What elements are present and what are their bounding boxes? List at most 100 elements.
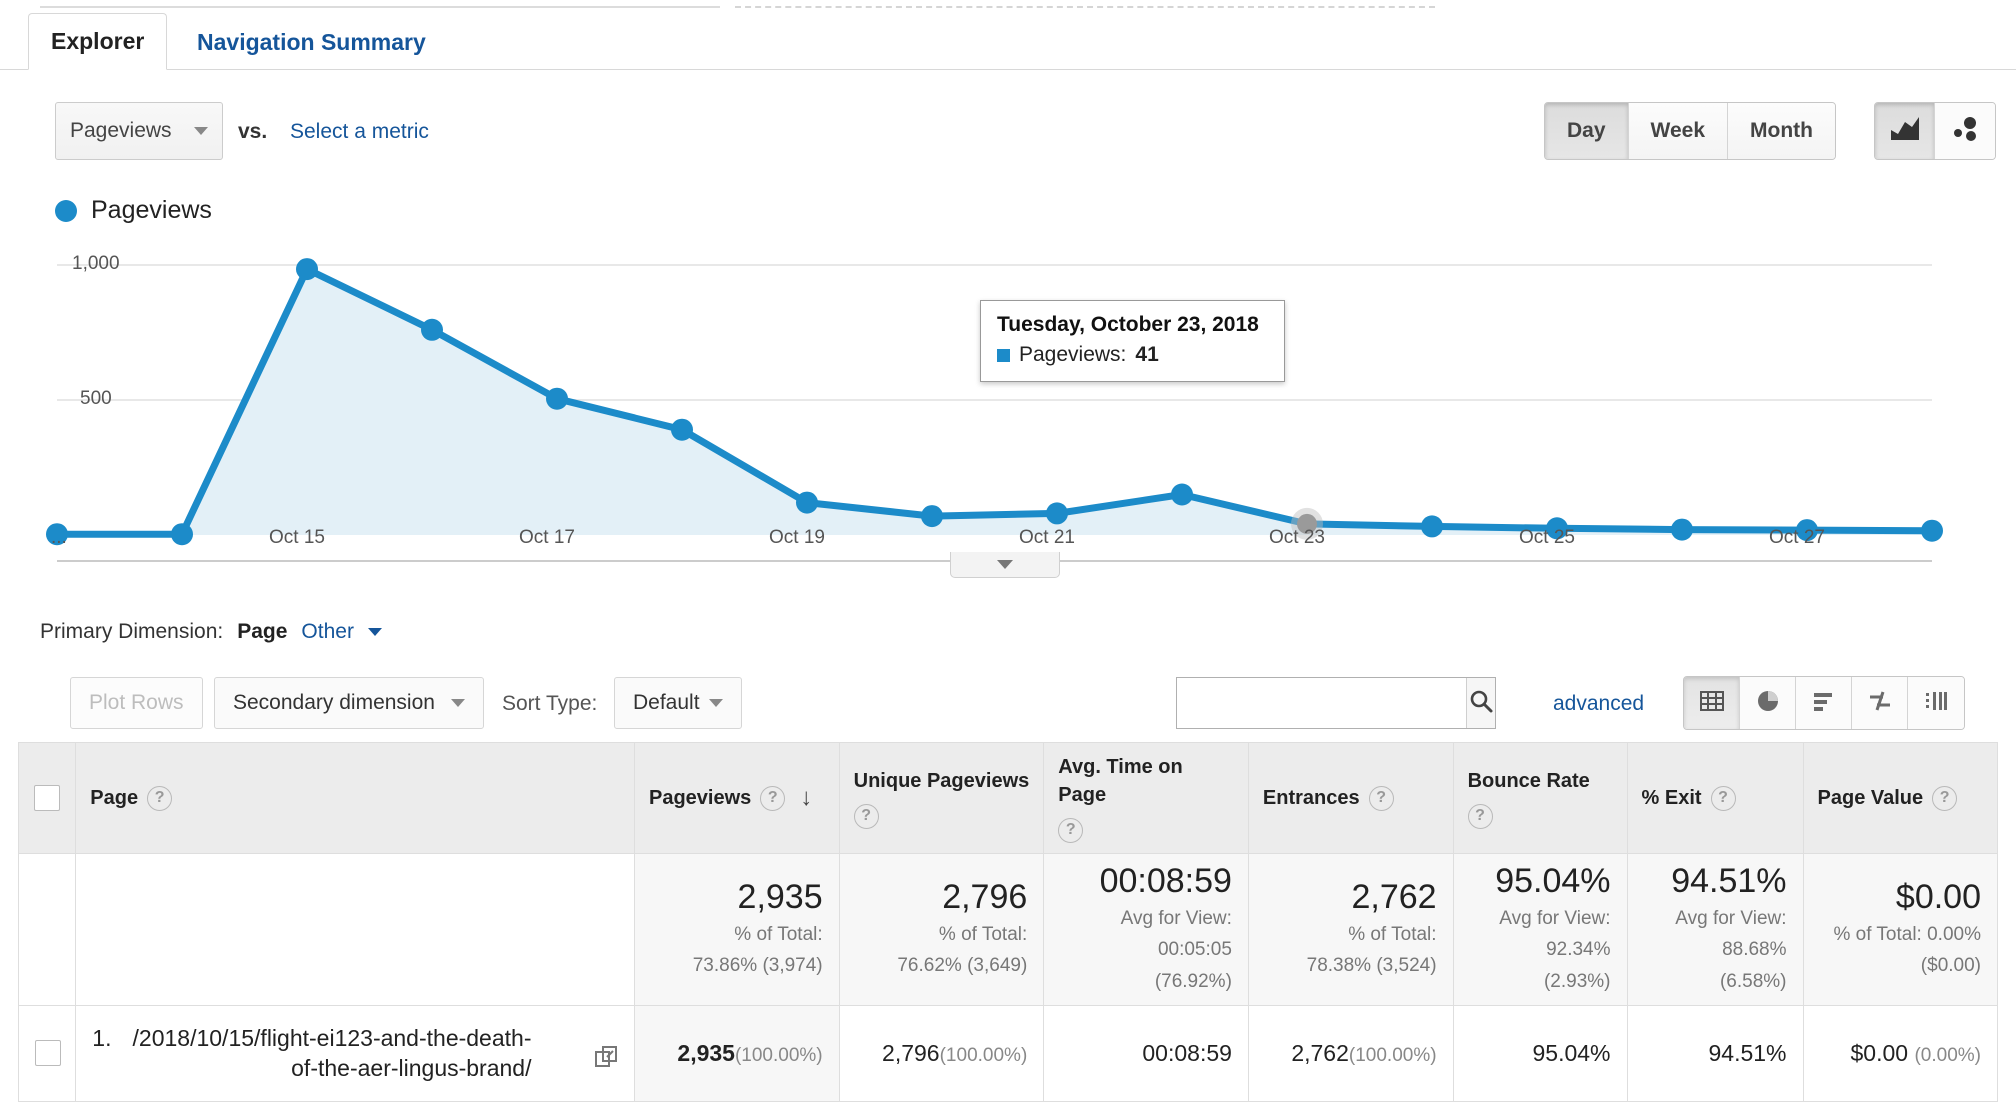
tooltip-metric-row: Pageviews: 41	[997, 343, 1268, 367]
x-axis-tick-label: ...	[51, 527, 67, 548]
pie-chart-view-button[interactable]	[1740, 677, 1796, 729]
primary-dimension-value[interactable]: Page	[237, 620, 287, 644]
row-page-url[interactable]: /2018/10/15/flight-ei123-and-the-death-o…	[131, 1023, 532, 1084]
chart-data-point[interactable]	[171, 523, 193, 546]
chevron-down-icon	[367, 628, 382, 636]
granularity-week-label: Week	[1650, 119, 1706, 142]
row-checkbox[interactable]	[35, 1040, 61, 1067]
tooltip-metric-value: 41	[1135, 343, 1159, 366]
vs-label: vs.	[238, 120, 268, 143]
advanced-link[interactable]: advanced	[1553, 692, 1644, 716]
y-axis-tick-500: 500	[80, 388, 112, 409]
row-unique-pageviews-value: 2,796	[882, 1039, 940, 1066]
secondary-dimension-dropdown[interactable]: Secondary dimension	[214, 677, 484, 729]
chart-tooltip: Tuesday, October 23, 2018 Pageviews: 41	[980, 300, 1285, 382]
header-unique-pageviews[interactable]: Unique Pageviews ?	[838, 742, 1045, 854]
header-pageviews[interactable]: Pageviews ? ↓	[634, 742, 840, 854]
chart-expand-handle[interactable]	[950, 552, 1060, 578]
granularity-month-label: Month	[1750, 119, 1813, 142]
help-icon[interactable]: ?	[1467, 804, 1493, 829]
header-page[interactable]: Page ?	[75, 742, 635, 854]
chart-data-point[interactable]	[921, 505, 943, 528]
help-icon[interactable]: ?	[1932, 785, 1958, 811]
table-controls-bar: Plot Rows Secondary dimension Sort Type:…	[18, 672, 1998, 742]
search-input[interactable]	[1177, 678, 1466, 728]
chart-data-point[interactable]	[1671, 518, 1693, 541]
pivot-view-button[interactable]	[1908, 677, 1964, 729]
chart-data-point[interactable]	[1421, 515, 1443, 538]
sort-type-label: Sort Type:	[502, 692, 598, 715]
comparison-view-button[interactable]	[1852, 677, 1908, 729]
search-button[interactable]	[1466, 678, 1495, 728]
line-chart-toggle[interactable]	[1875, 103, 1935, 159]
metric-dropdown[interactable]: Pageviews	[55, 102, 223, 160]
chart-data-point[interactable]	[796, 491, 818, 514]
help-icon[interactable]: ?	[1710, 785, 1736, 811]
row-entrances-pct: (100.00%)	[1348, 1044, 1437, 1066]
summary-avg-time-value: 00:08:59	[1099, 862, 1232, 900]
sort-type-dropdown[interactable]: Default	[614, 677, 742, 729]
header-page-value-label: Page Value	[1817, 787, 1924, 809]
chart-data-point[interactable]	[1046, 502, 1068, 525]
select-all-checkbox[interactable]	[34, 785, 61, 811]
primary-dimension-row: Primary Dimension: Page Other	[40, 620, 382, 644]
header-page-value[interactable]: Page Value ?	[1802, 742, 1999, 854]
help-icon[interactable]: ?	[1058, 818, 1084, 843]
help-icon[interactable]: ?	[760, 785, 786, 811]
header-pageviews-label: Pageviews	[649, 787, 752, 809]
summary-entrances-cell: 2,762 % of Total: 78.38% (3,524)	[1247, 853, 1454, 1006]
row-pageviews-pct: (100.00%)	[734, 1044, 823, 1066]
plot-rows-button[interactable]: Plot Rows	[70, 677, 203, 729]
header-entrances[interactable]: Entrances ?	[1247, 742, 1454, 854]
tooltip-color-square	[997, 348, 1010, 362]
chevron-down-icon	[997, 560, 1013, 569]
table-header-row: Page ? Pageviews ? ↓ Unique Pageviews ?	[17, 742, 1999, 854]
x-axis-tick-label: Oct 23	[1269, 527, 1325, 548]
chart-legend: Pageviews	[55, 196, 212, 225]
tab-explorer[interactable]: Explorer	[28, 13, 168, 70]
x-axis-tick-label: Oct 17	[519, 527, 575, 548]
summary-pageviews-value: 2,935	[737, 877, 823, 916]
pages-report-table: Page ? Pageviews ? ↓ Unique Pageviews ?	[17, 742, 1999, 1102]
bar-chart-view-button[interactable]	[1796, 677, 1852, 729]
summary-bounce-rate-line3: (2.93%)	[1543, 970, 1611, 992]
chart-data-point[interactable]	[421, 318, 443, 341]
open-in-new-window-icon[interactable]	[594, 1044, 620, 1076]
motion-chart-toggle[interactable]	[1935, 103, 1995, 159]
tooltip-date: Tuesday, October 23, 2018	[997, 313, 1259, 336]
granularity-day[interactable]: Day	[1545, 103, 1629, 159]
summary-exit-rate-cell: 94.51% Avg for View: 88.68% (6.58%)	[1626, 853, 1804, 1006]
granularity-week[interactable]: Week	[1628, 103, 1729, 159]
summary-avg-time-line2: 00:05:05	[1157, 939, 1232, 961]
tab-navigation-summary[interactable]: Navigation Summary	[175, 14, 448, 70]
row-page-value-pct: (0.00%)	[1914, 1044, 1981, 1066]
header-avg-time-on-page[interactable]: Avg. Time on Page ?	[1043, 742, 1249, 854]
pie-chart-view-icon	[1755, 688, 1781, 719]
chart-data-point[interactable]	[1171, 483, 1193, 506]
summary-page-value-line2: ($0.00)	[1920, 955, 1981, 977]
granularity-toggle-group: Day Week Month	[1544, 102, 1836, 160]
x-axis-tick-label: Oct 19	[769, 527, 825, 548]
help-icon[interactable]: ?	[147, 785, 173, 811]
secondary-dimension-label: Secondary dimension	[233, 691, 435, 714]
chart-data-point[interactable]	[546, 387, 568, 410]
tab-navigation-summary-label: Navigation Summary	[197, 28, 426, 55]
table-summary-row: 2,935 % of Total: 73.86% (3,974) 2,796 %…	[17, 853, 1999, 1006]
sort-type-value: Default	[633, 691, 700, 714]
help-icon[interactable]: ?	[1368, 785, 1394, 811]
row-checkbox-cell	[17, 1004, 77, 1102]
chart-data-point[interactable]	[1921, 519, 1943, 542]
chart-data-point[interactable]	[671, 418, 693, 441]
header-bounce-rate[interactable]: Bounce Rate ?	[1452, 742, 1628, 854]
header-exit-rate[interactable]: % Exit ?	[1626, 742, 1804, 854]
chevron-down-icon	[194, 127, 208, 135]
chart-plot-area	[46, 258, 1943, 546]
row-exit-rate-cell: 94.51%	[1626, 1004, 1804, 1102]
select-a-metric-link[interactable]: Select a metric	[290, 120, 429, 144]
primary-dimension-other[interactable]: Other	[301, 620, 354, 644]
help-icon[interactable]: ?	[853, 804, 879, 829]
pivot-view-icon	[1923, 688, 1949, 719]
chart-data-point[interactable]	[296, 258, 318, 281]
granularity-month[interactable]: Month	[1728, 103, 1835, 159]
table-view-button[interactable]	[1684, 677, 1740, 729]
